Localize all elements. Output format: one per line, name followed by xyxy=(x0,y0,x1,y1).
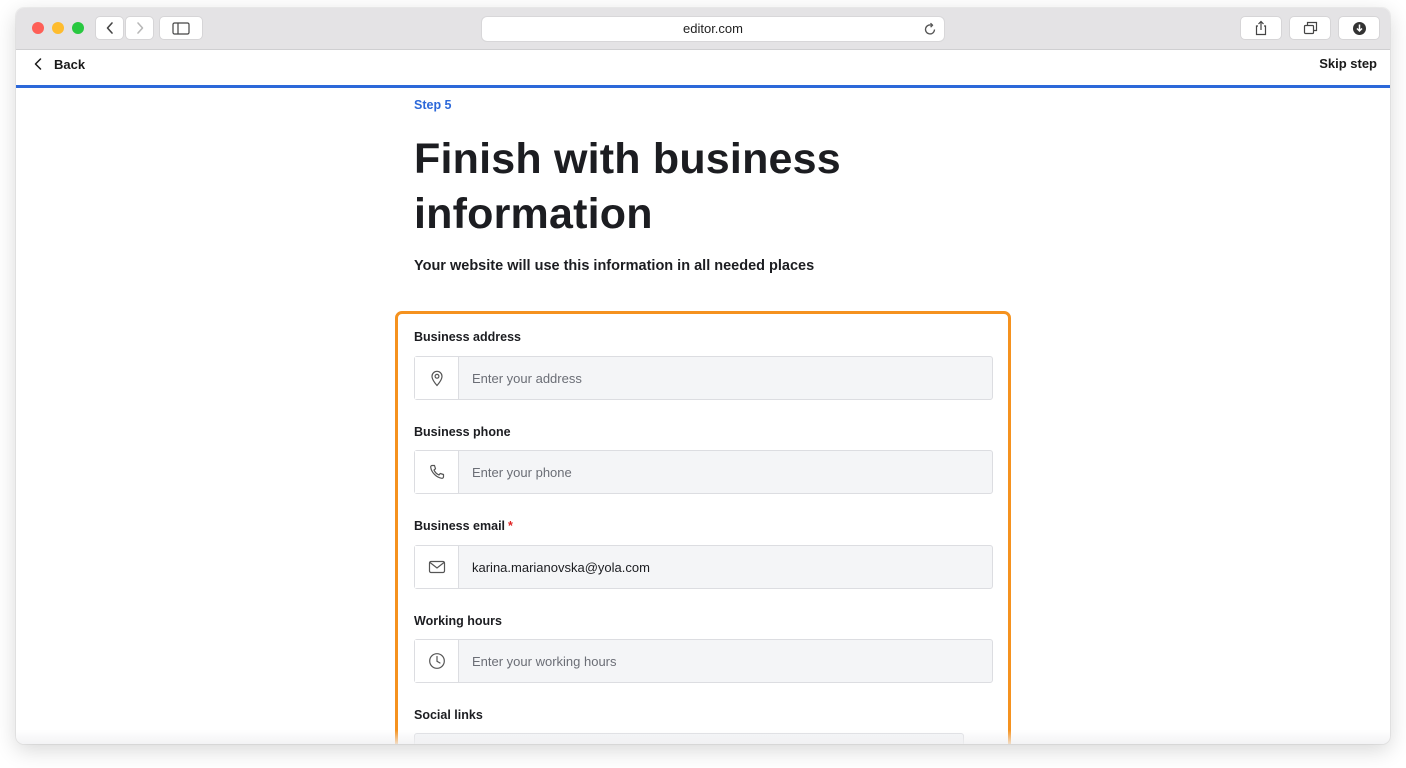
window-close-button[interactable] xyxy=(32,22,44,34)
reload-button[interactable] xyxy=(922,21,938,42)
url-text: editor.com xyxy=(683,21,743,36)
chevron-left-icon xyxy=(106,22,113,34)
email-label: Business email * xyxy=(414,519,513,533)
address-input[interactable] xyxy=(459,357,989,399)
address-icon-cell xyxy=(415,357,459,399)
phone-field xyxy=(414,450,993,494)
email-label-text: Business email xyxy=(414,519,506,533)
tabs-overview-button[interactable] xyxy=(1290,17,1330,39)
hours-label: Working hours xyxy=(414,614,502,628)
download-icon xyxy=(1352,21,1366,35)
progress-bar xyxy=(16,85,1390,88)
business-info-form: Business address Business phone Business… xyxy=(395,311,1011,744)
required-marker: * xyxy=(508,519,513,533)
location-pin-icon xyxy=(430,370,443,387)
phone-label: Business phone xyxy=(414,425,511,439)
envelope-icon xyxy=(428,560,445,574)
window-maximize-button[interactable] xyxy=(72,22,84,34)
browser-toolbar: editor.com xyxy=(16,8,1390,50)
hours-input[interactable] xyxy=(459,640,989,682)
share-button[interactable] xyxy=(1241,17,1281,39)
browser-forward-button[interactable] xyxy=(126,17,153,39)
skip-step-button[interactable]: Skip step xyxy=(1319,50,1377,78)
browser-back-button[interactable] xyxy=(96,17,123,39)
sidebar-icon xyxy=(172,21,190,35)
wizard-topbar: Back Skip step xyxy=(16,50,1390,86)
chevron-left-icon xyxy=(34,58,42,70)
address-bar[interactable]: editor.com xyxy=(482,17,944,41)
sidebar-toggle-button[interactable] xyxy=(160,17,202,39)
page-subtitle: Your website will use this information i… xyxy=(414,258,815,274)
hours-field xyxy=(414,639,993,683)
address-field xyxy=(414,356,993,400)
email-field xyxy=(414,545,993,589)
bottom-fade xyxy=(16,730,1390,744)
share-icon xyxy=(1255,20,1267,36)
hours-icon-cell xyxy=(415,640,459,682)
chevron-right-icon xyxy=(136,22,143,34)
downloads-button[interactable] xyxy=(1339,17,1379,39)
address-label: Business address xyxy=(414,330,521,344)
clock-icon xyxy=(428,653,445,669)
email-input[interactable] xyxy=(459,546,989,588)
email-icon-cell xyxy=(415,546,459,588)
reload-icon xyxy=(924,22,936,35)
back-button[interactable]: Back xyxy=(34,50,85,78)
page-title: Finish with business information xyxy=(414,135,841,238)
phone-input[interactable] xyxy=(459,451,989,493)
tabs-icon xyxy=(1303,21,1317,35)
social-links-label: Social links xyxy=(414,708,483,722)
browser-window: editor.com Back Skip step Step 5 Finish … xyxy=(16,8,1390,744)
window-minimize-button[interactable] xyxy=(52,22,64,34)
phone-icon xyxy=(429,464,444,479)
phone-icon-cell xyxy=(415,451,459,493)
back-label: Back xyxy=(54,56,86,72)
step-indicator: Step 5 xyxy=(414,98,452,112)
